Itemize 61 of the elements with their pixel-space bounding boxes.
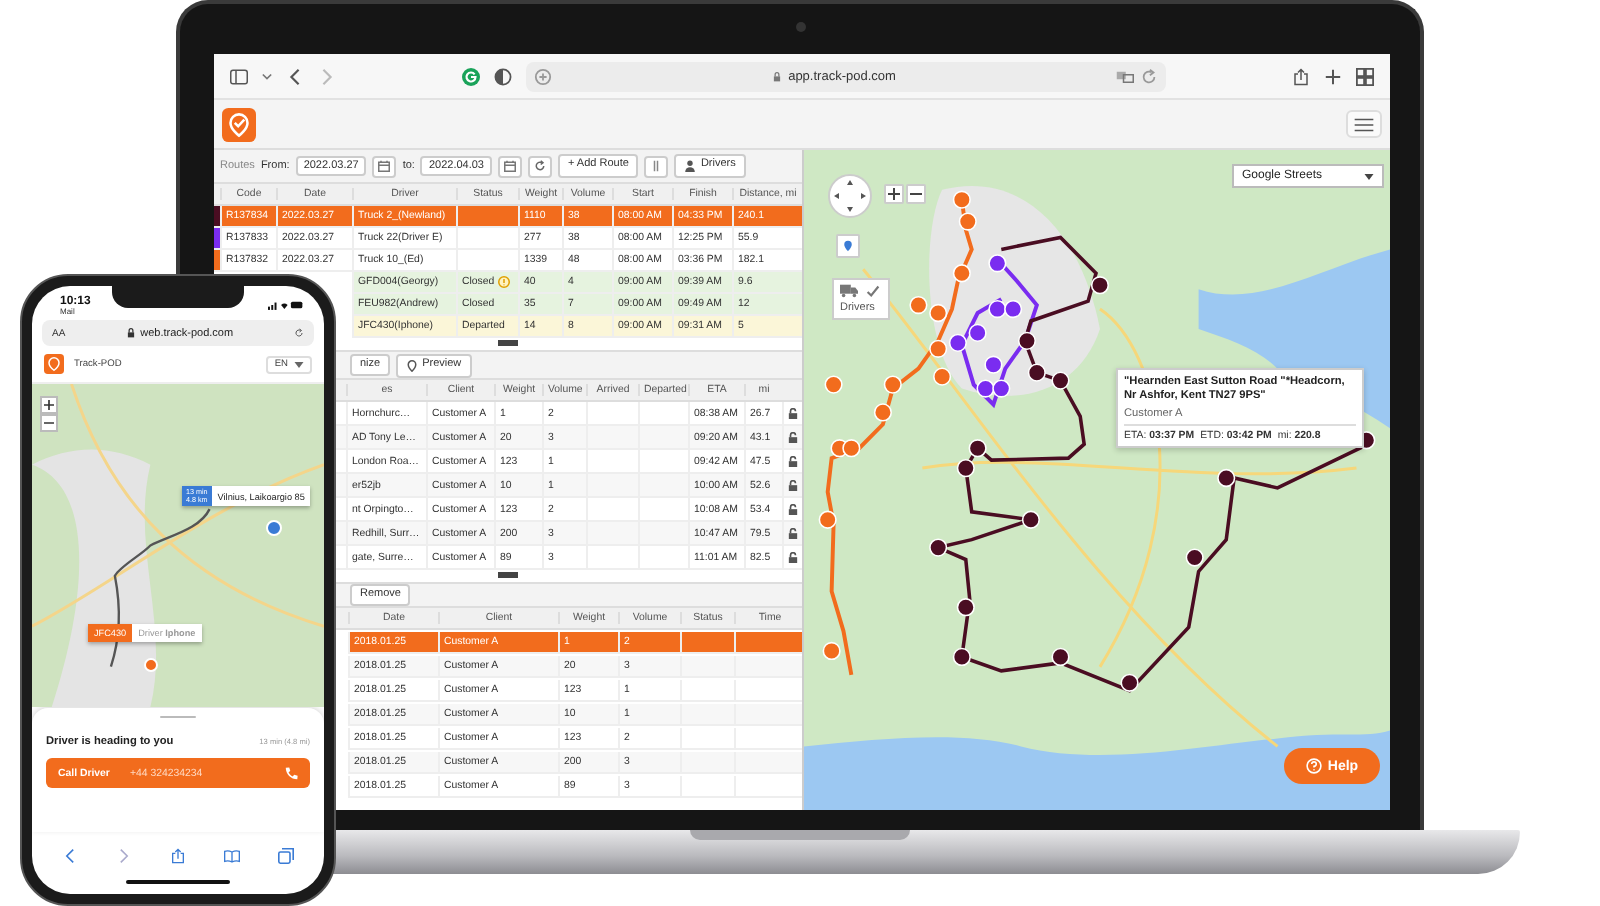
person-icon (684, 160, 697, 172)
lock-icon[interactable] (788, 503, 798, 515)
tabs-grid-icon[interactable] (1356, 67, 1374, 85)
reload-icon[interactable] (294, 328, 305, 338)
lock-icon[interactable] (788, 527, 798, 539)
lock-icon[interactable] (788, 479, 798, 491)
logo-icon[interactable] (44, 354, 64, 374)
phone-icon (284, 766, 298, 780)
splitter-handle[interactable] (498, 340, 518, 346)
minus-icon (44, 418, 54, 428)
back-icon[interactable] (286, 67, 304, 85)
plus-icon (44, 400, 54, 410)
zoom-in-button[interactable] (884, 184, 904, 204)
pin-icon (406, 359, 419, 371)
lock-icon (126, 328, 137, 338)
tabs-icon[interactable] (277, 847, 294, 863)
map-drawing[interactable] (804, 150, 1390, 810)
lock-icon[interactable] (788, 455, 798, 467)
calendar-icon (378, 160, 391, 172)
sort-button[interactable] (644, 155, 669, 177)
splitter-handle[interactable] (498, 572, 518, 578)
camera-icon (796, 22, 806, 32)
caret-icon (294, 361, 304, 367)
lock-icon[interactable] (788, 431, 798, 443)
back-icon[interactable] (62, 847, 79, 863)
minus-icon (910, 188, 922, 200)
share-icon[interactable] (1292, 67, 1310, 85)
menu-icon (1354, 117, 1374, 131)
sheet-handle[interactable] (160, 715, 196, 718)
refresh-icon (534, 160, 546, 172)
lock-icon[interactable] (788, 407, 798, 419)
check-icon[interactable] (864, 284, 882, 298)
book-icon[interactable] (223, 847, 240, 863)
zoom-out-button[interactable] (906, 184, 926, 204)
lock-icon[interactable] (788, 551, 798, 563)
chevron-down-icon[interactable] (262, 71, 272, 81)
home-indicator[interactable] (126, 879, 230, 884)
location-button[interactable] (836, 234, 860, 258)
pan-control-icon[interactable] (828, 174, 872, 218)
reload-icon[interactable] (1140, 67, 1158, 85)
signal-wifi-battery-icon (268, 300, 304, 310)
menu-button[interactable] (1346, 110, 1382, 138)
sidebar-icon[interactable] (230, 67, 248, 85)
zoom-in-button[interactable] (40, 396, 58, 414)
lock-icon (772, 71, 783, 81)
calendar-button[interactable] (498, 155, 522, 177)
logo-icon[interactable] (222, 107, 256, 141)
plus-icon[interactable] (1324, 67, 1342, 85)
phone-notch (112, 286, 244, 308)
refresh-button[interactable] (528, 155, 552, 177)
calendar-icon (504, 160, 516, 172)
plus-icon (888, 188, 900, 200)
truck-icon[interactable] (840, 284, 858, 298)
caret-icon (1364, 173, 1374, 179)
extension-icon[interactable] (462, 67, 480, 85)
question-icon (1305, 758, 1322, 774)
share-icon[interactable] (169, 847, 186, 863)
calendar-button[interactable] (372, 155, 397, 177)
pin-icon (842, 240, 854, 252)
add-circle-icon[interactable] (534, 67, 552, 85)
zoom-out-button[interactable] (40, 414, 58, 432)
